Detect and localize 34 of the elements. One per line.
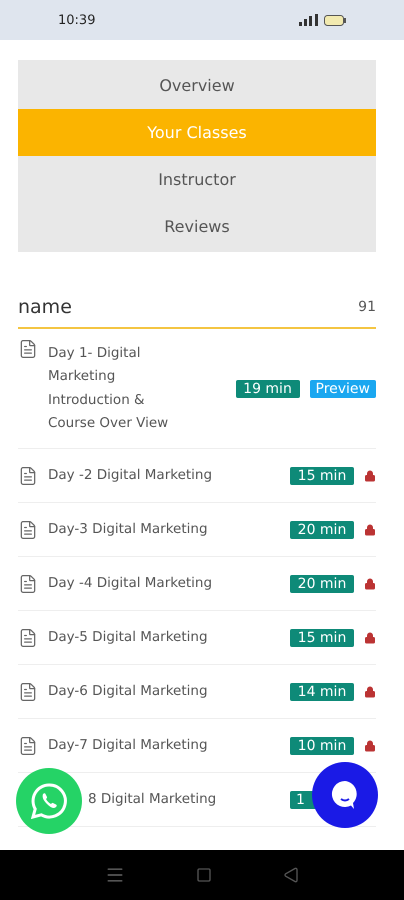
lesson-count: 91 [358,299,376,315]
home-icon[interactable] [196,867,212,883]
lesson-title[interactable]: Day-6 Digital Marketing [48,680,208,704]
signal-icon [299,14,318,26]
back-icon[interactable] [282,867,299,883]
document-icon [18,574,38,594]
document-icon [18,736,38,756]
lesson-title[interactable]: Day -4 Digital Marketing [48,572,212,596]
document-icon [18,466,38,486]
duration-badge: 14 min [290,682,354,700]
phone-bubble-icon [31,783,67,819]
lesson-title[interactable]: Day-5 Digital Marketing [48,626,208,650]
duration-badge: 15 min [290,466,354,484]
duration-badge: 15 min [290,628,354,646]
tab[interactable]: Instructor [18,156,376,203]
duration-badge: 20 min [290,520,354,538]
duration-badge: 19 min [236,380,300,398]
duration-badge: 20 min [290,574,354,592]
document-icon [18,682,38,702]
document-icon [18,628,38,648]
lesson-title[interactable]: Day-7 Digital Marketing [48,734,208,758]
list-title: name [18,296,72,318]
chat-bubble-icon [331,780,359,810]
tab[interactable]: Reviews [18,203,376,250]
status-time: 10:39 [58,12,96,28]
lesson-title[interactable]: Day -2 Digital Marketing [48,464,212,488]
document-icon [18,339,38,359]
lesson-title[interactable]: Day-3 Digital Marketing [48,518,208,542]
lesson-title[interactable]: 8 Digital Marketing [88,788,216,812]
lesson-title[interactable]: Day 1- Digital Marketing Introduction & Course Over View [48,342,180,436]
battery-icon [324,14,346,26]
tab[interactable]: Overview [18,62,376,109]
document-icon [18,520,38,540]
duration-badge: 10 min [290,736,354,754]
